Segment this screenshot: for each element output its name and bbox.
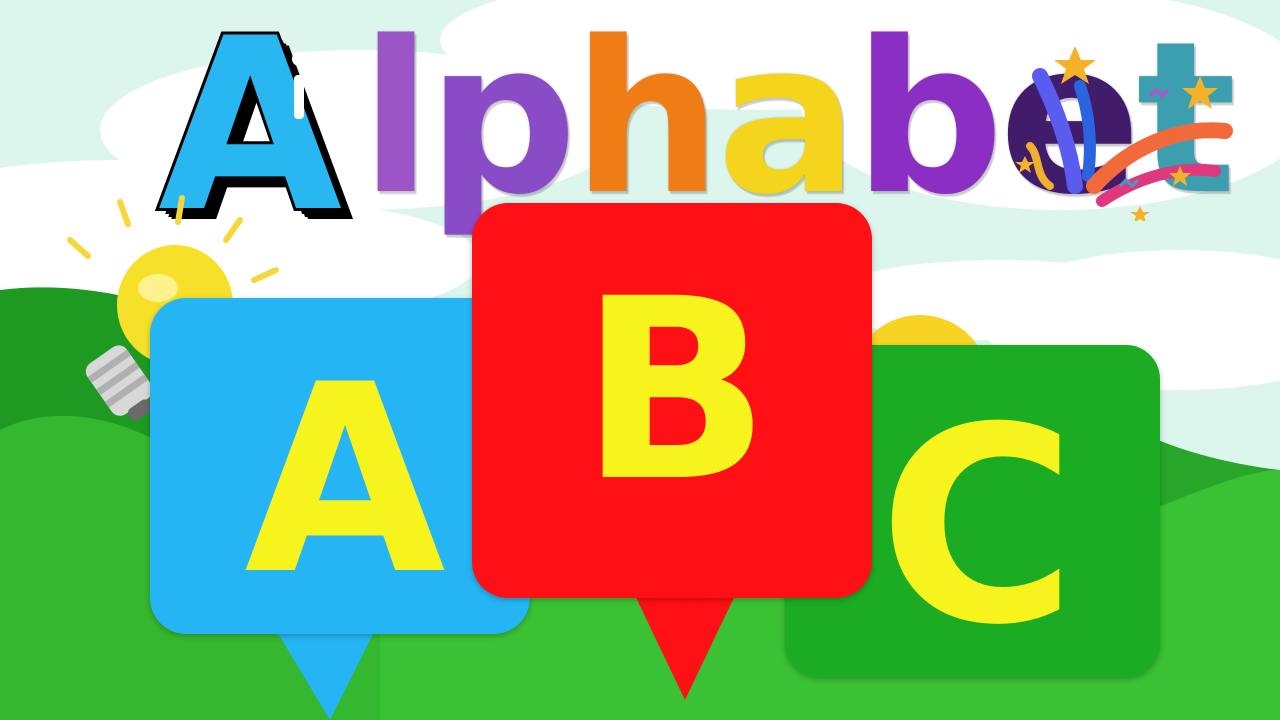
bubble-b-tail: [630, 585, 740, 700]
title-letter: b: [853, 0, 1004, 241]
alphabet-scene: A lphabet A C B: [0, 0, 1280, 720]
party-popper-icon: [1015, 46, 1233, 221]
bubble-letter: B: [579, 244, 771, 536]
title-letter: l: [360, 0, 432, 241]
bubble-letter: C: [878, 369, 1077, 684]
title-sparkle-icon: [292, 52, 306, 119]
bubble-a-tail: [270, 620, 380, 720]
letter-bubble-b: B: [472, 203, 872, 598]
bubble-letter: A: [244, 330, 446, 632]
